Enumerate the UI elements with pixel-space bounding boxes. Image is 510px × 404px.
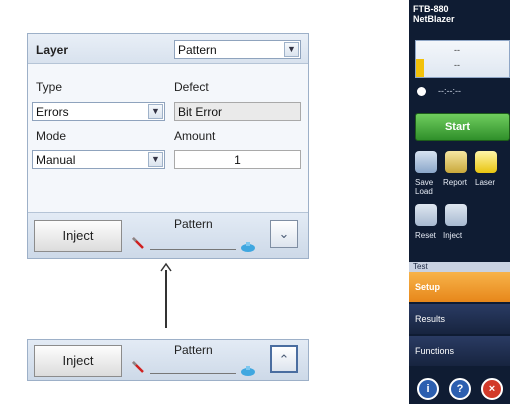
flask-icon [241,242,255,252]
layer-select[interactable]: Pattern ▼ [174,40,301,59]
inject-bar: Inject Pattern ⌄ [28,212,308,258]
flask-icon [241,366,255,376]
help-icon[interactable]: ? [449,378,471,400]
chevron-double-down-icon: ⌄ [278,226,290,241]
layer-label: Layer [36,43,69,57]
type-label: Type [36,80,63,94]
mode-label: Mode [36,129,67,143]
timer: --:--:-- [417,86,461,97]
gauge-value-1: -- [454,45,460,55]
amount-value: 1 [234,153,241,167]
report-icon[interactable] [445,151,467,173]
menu-header: Test [409,262,510,272]
wand-icon [132,237,144,249]
save-load-icon[interactable] [415,151,437,173]
amount-input[interactable]: 1 [174,150,301,169]
chevron-down-icon[interactable]: ▼ [284,42,299,57]
device-screen: FTB-880 NetBlazer -- -- --:--:-- Start S… [409,0,510,404]
type-select[interactable]: Errors ▼ [32,102,165,121]
inject-panel-expanded: Layer Pattern ▼ Type Defect Errors ▼ Bit… [27,33,309,259]
tool-label-save-load: Save Load [415,178,434,196]
inject-button-collapsed[interactable]: Inject [34,345,122,377]
close-icon[interactable]: × [481,378,503,400]
defect-field: Bit Error [174,102,301,121]
status-gauge: -- -- [415,40,510,78]
inject-button[interactable]: Inject [34,220,122,252]
inject-panel-collapsed: Inject Pattern ⌃ [27,339,309,381]
tool-label-report: Report [443,178,468,187]
menu-item-results[interactable]: Results [409,304,510,334]
type-select-value: Errors [36,105,69,119]
pattern-label-collapsed: Pattern [174,343,213,357]
menu-item-functions[interactable]: Functions [409,336,510,366]
pattern-label: Pattern [174,217,213,231]
chevron-double-up-icon: ⌃ [278,352,290,367]
device-name: NetBlazer [413,14,455,24]
pattern-progress-line [150,249,236,250]
arrow-up-icon [160,262,172,272]
device-model: FTB-880 [413,4,449,14]
chevron-down-icon[interactable]: ▼ [148,104,163,119]
mode-select-value: Manual [36,153,76,167]
stopwatch-icon [417,87,426,97]
info-icon[interactable]: i [417,378,439,400]
chevron-down-icon[interactable]: ▼ [148,152,163,167]
connector-line [165,270,167,328]
menu-item-setup[interactable]: Setup [409,272,510,302]
wand-icon [132,361,144,373]
defect-label: Defect [174,80,209,94]
gauge-indicator [416,59,424,77]
collapse-button[interactable]: ⌄ [270,220,298,248]
mode-select[interactable]: Manual ▼ [32,150,165,169]
tool-label-reset: Reset [415,231,436,240]
timer-value: --:--:-- [438,86,461,96]
tool-label-inject: Inject [443,231,463,240]
amount-label: Amount [174,129,216,143]
laser-icon[interactable] [475,151,497,173]
pattern-progress-line [150,373,236,374]
reset-icon[interactable] [415,204,437,226]
defect-value: Bit Error [178,105,223,119]
device-title: FTB-880 NetBlazer [413,4,455,24]
gauge-value-2: -- [454,60,460,70]
inject-icon[interactable] [445,204,467,226]
tool-label-laser: Laser [475,178,496,187]
expand-button[interactable]: ⌃ [270,345,298,373]
layer-select-value: Pattern [178,43,217,57]
start-button[interactable]: Start [415,113,510,141]
